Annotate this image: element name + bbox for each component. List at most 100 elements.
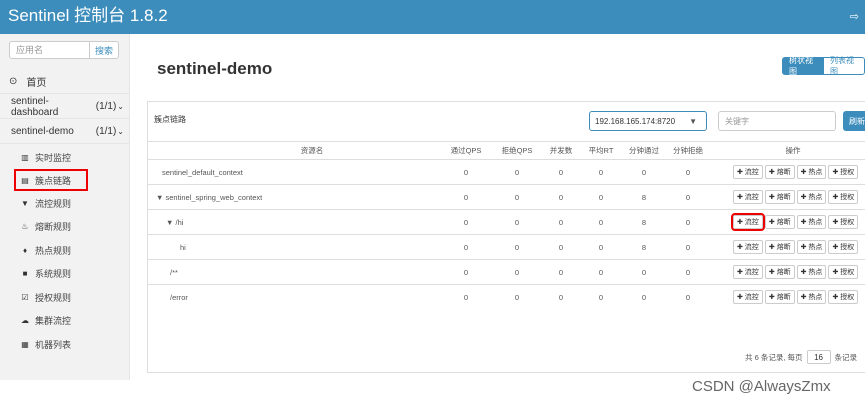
main-content: sentinel-demo 树状视图 列表视图 簇点链路 192.168.165…	[130, 34, 865, 380]
keyword-input[interactable]	[718, 111, 836, 131]
row-actions: ✚ 流控 ✚ 熔断 ✚ 热点 ✚ 授权	[733, 240, 860, 254]
sidebar-item-home[interactable]: ⊙ 首页	[0, 70, 130, 94]
add-param-flow-button[interactable]: ✚ 热点	[796, 190, 827, 204]
row-actions: ✚ 流控 ✚ 熔断 ✚ 热点 ✚ 授权	[733, 190, 860, 204]
metric-cell: 0	[463, 292, 469, 302]
add-param-flow-button[interactable]: ✚ 热点	[796, 265, 827, 279]
column-header: 操作	[785, 146, 801, 155]
column-header: 并发数	[549, 146, 573, 155]
metric-cell: 0	[685, 192, 691, 202]
metric-cell: 0	[685, 292, 691, 302]
table-header: 资源名 通过QPS 拒绝QPS 并发数 平均RT 分钟通过 分钟拒绝 操作	[148, 141, 865, 159]
app-count: (1/1)	[95, 101, 117, 112]
app-item-sentinel-dashboard[interactable]: sentinel-dashboard (1/1) ⌄	[0, 95, 130, 119]
add-authority-button[interactable]: ✚ 授权	[828, 165, 859, 179]
search-button[interactable]: 搜索	[90, 41, 119, 59]
table-row: sentinel_default_context 0 0 0 0 0 0 ✚ 流控 ✚ 熔断 ✚ …	[148, 159, 865, 184]
sidebar-item-machine-list[interactable]: ▦ 机器列表	[14, 333, 130, 355]
metric-cell: 0	[514, 292, 520, 302]
add-authority-button[interactable]: ✚ 授权	[828, 265, 859, 279]
column-header: 资源名	[300, 146, 324, 155]
sidebar-item-realtime-monitor[interactable]: ▥ 实时监控	[14, 146, 130, 168]
metric-cell: 0	[685, 167, 691, 177]
pager-suffix: 条记录	[834, 352, 858, 362]
sidebar-item-authority-rules[interactable]: ☑ 授权规则	[14, 286, 130, 308]
table-row: /** 0 0 0 0 0 0 ✚ 流控 ✚ 熔断 ✚ 热点 ✚ 授权	[148, 259, 865, 284]
add-degrade-rule-button[interactable]: ✚ 熔断	[764, 165, 795, 179]
resource-name: hi	[180, 242, 186, 252]
add-flow-rule-button[interactable]: ✚ 流控	[731, 213, 765, 231]
resource-name: sentinel_default_context	[162, 167, 243, 177]
add-flow-rule-button[interactable]: ✚ 流控	[733, 165, 763, 179]
resource-name[interactable]: ▼ /hi	[166, 210, 183, 234]
cloud-icon: ☁	[21, 315, 29, 325]
add-degrade-rule-button[interactable]: ✚ 熔断	[764, 215, 795, 229]
sidebar-item-system-rules[interactable]: ■ 系统规则	[14, 262, 130, 284]
add-param-flow-button[interactable]: ✚ 热点	[796, 215, 827, 229]
metric-cell: 0	[598, 167, 604, 177]
watermark: CSDN @AlwaysZmx	[692, 378, 831, 395]
resource-name: /**	[170, 267, 178, 277]
page-size-input[interactable]	[806, 350, 831, 364]
add-flow-rule-button[interactable]: ✚ 流控	[733, 265, 763, 279]
add-degrade-rule-button[interactable]: ✚ 熔断	[764, 290, 795, 304]
list-icon: ▤	[21, 175, 29, 185]
metric-cell: 0	[598, 192, 604, 202]
add-param-flow-button[interactable]: ✚ 热点	[796, 290, 827, 304]
app-count: (1/1)	[95, 126, 117, 137]
add-degrade-rule-button[interactable]: ✚ 熔断	[764, 190, 795, 204]
machine-select[interactable]: 192.168.165.174:8720 ▼	[589, 111, 707, 131]
column-header: 分钟通过	[629, 146, 659, 155]
metric-cell: 0	[598, 242, 604, 252]
sidebar-item-label: 热点规则	[35, 245, 72, 256]
app-name: sentinel-dashboard	[11, 95, 59, 118]
add-authority-button[interactable]: ✚ 授权	[828, 240, 859, 254]
sidebar-item-label: 系统规则	[35, 268, 72, 279]
sidebar-item-cluster-point-link[interactable]: ▤ 簇点链路	[14, 169, 88, 191]
table-row: ▼ sentinel_spring_web_context 0 0 0 0 8 0 ✚ 流控 ✚…	[148, 184, 865, 209]
add-authority-button[interactable]: ✚ 授权	[828, 215, 859, 229]
tree-view-button[interactable]: 树状视图	[782, 56, 824, 76]
sidebar-item-degrade-rules[interactable]: ♨ 熔断规则	[14, 215, 130, 237]
add-param-flow-button[interactable]: ✚ 热点	[796, 240, 827, 254]
resource-name[interactable]: ▼ sentinel_spring_web_context	[156, 185, 262, 209]
metric-cell: 0	[685, 242, 691, 252]
add-flow-rule-button[interactable]: ✚ 流控	[733, 290, 763, 304]
sidebar-item-cluster-flow[interactable]: ☁ 集群流控	[14, 309, 130, 331]
flame-icon: ♦	[22, 245, 28, 255]
metric-cell: 0	[514, 242, 520, 252]
pagination: 共 6 条记录, 每页 条记录	[745, 350, 857, 364]
app-search-input[interactable]	[9, 41, 90, 59]
add-degrade-rule-button[interactable]: ✚ 熔断	[764, 240, 795, 254]
metric-cell: 8	[641, 242, 647, 252]
add-degrade-rule-button[interactable]: ✚ 熔断	[764, 265, 795, 279]
metric-cell: 0	[558, 292, 564, 302]
resource-panel: 簇点链路 192.168.165.174:8720 ▼ 刷新 资源名 通过QPS…	[147, 101, 865, 373]
metric-cell: 0	[685, 267, 691, 277]
view-toggle: 树状视图 列表视图	[782, 56, 865, 76]
app-item-sentinel-demo[interactable]: sentinel-demo (1/1) ⌄	[0, 120, 130, 144]
add-flow-rule-button[interactable]: ✚ 流控	[733, 190, 763, 204]
column-header: 拒绝QPS	[501, 146, 533, 155]
metric-cell: 0	[463, 167, 469, 177]
metric-cell: 0	[641, 292, 647, 302]
sidebar-item-flow-rules[interactable]: ▼ 流控规则	[14, 192, 130, 214]
metric-cell: 0	[558, 217, 564, 227]
add-authority-button[interactable]: ✚ 授权	[828, 290, 859, 304]
app-title[interactable]: Sentinel 控制台 1.8.2	[8, 6, 168, 26]
sidebar-item-label: 簇点链路	[35, 175, 72, 186]
column-header: 通过QPS	[450, 146, 482, 155]
metric-cell: 0	[558, 267, 564, 277]
add-authority-button[interactable]: ✚ 授权	[828, 190, 859, 204]
exit-icon[interactable]: ⇨	[850, 10, 859, 23]
filter-icon: ▼	[21, 198, 29, 208]
add-flow-rule-button[interactable]: ✚ 流控	[733, 240, 763, 254]
add-param-flow-button[interactable]: ✚ 热点	[796, 165, 827, 179]
check-icon: ☑	[21, 292, 29, 302]
home-icon: ⊙	[9, 76, 18, 87]
sidebar-item-label: 首页	[26, 78, 47, 89]
chevron-down-icon: ⌄	[117, 102, 124, 111]
sidebar-item-param-flow-rules[interactable]: ♦ 热点规则	[14, 239, 130, 261]
list-view-button[interactable]: 列表视图	[824, 56, 865, 76]
refresh-button[interactable]: 刷新	[843, 111, 865, 131]
